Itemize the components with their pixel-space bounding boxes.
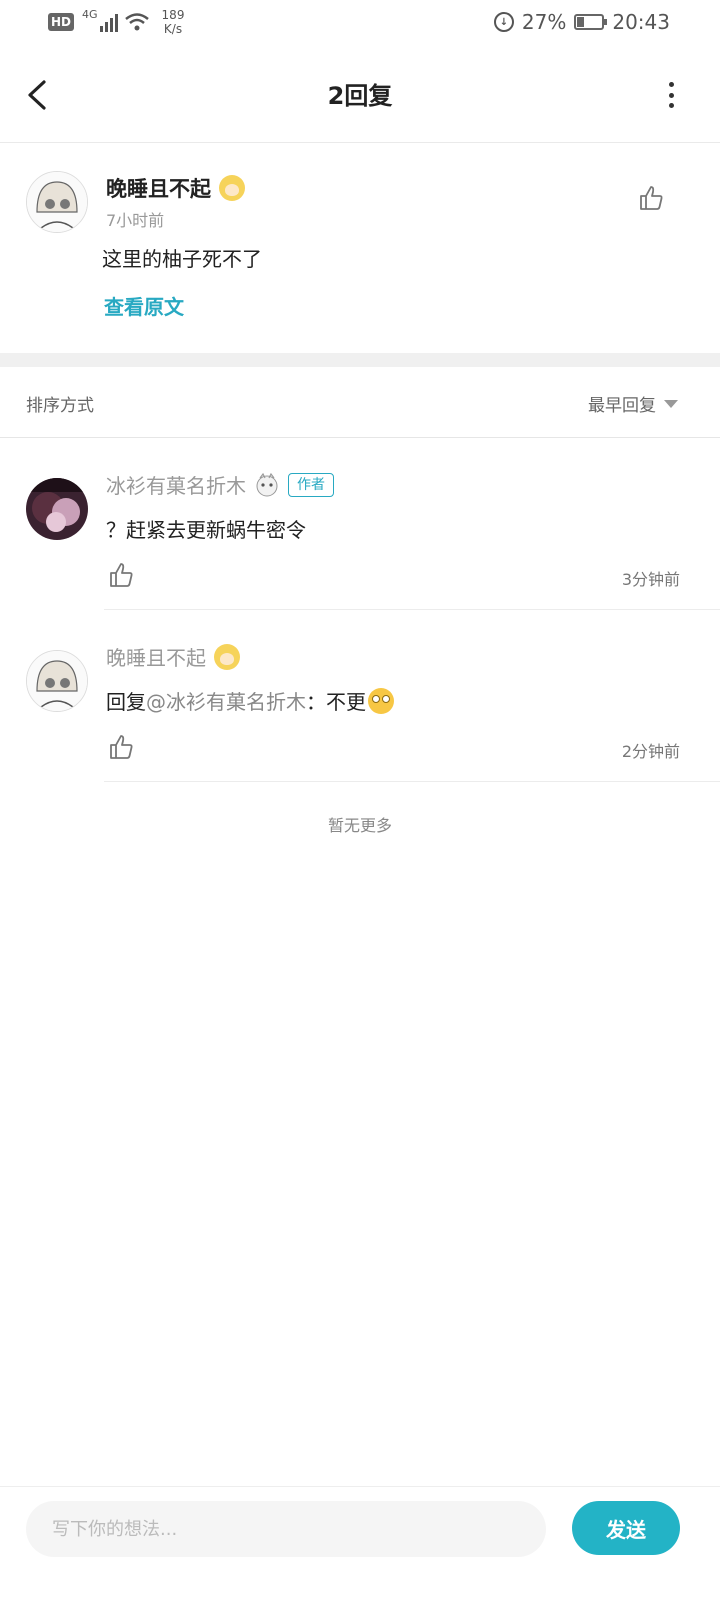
username[interactable]: 冰衫有菓名折木 [106,470,246,499]
reply-text: 回复 @冰衫有菓名折木 ：不更 [106,686,394,715]
thumbs-up-icon[interactable] [638,185,664,211]
more-vertical-icon[interactable] [666,82,676,108]
divider [104,781,720,782]
sort-label: 排序方式 [26,396,94,416]
send-button[interactable]: 发送 [572,1501,680,1555]
reply-prefix: 回复 [106,690,146,714]
wifi-icon [124,13,149,31]
sort-bar: 排序方式 最早回复 [0,367,720,438]
thumbs-up-icon[interactable] [108,562,134,588]
signal-icon [99,12,118,32]
status-bar: HD 4G 189 K/s ↓ 27% 20:43 [0,0,720,48]
battery-percent: 27% [521,10,567,34]
reply-item: 晚睡且不起 回复 @冰衫有菓名折木 ：不更 2分钟前 [0,610,720,782]
eye-roll-emoji-icon [368,687,394,714]
avatar[interactable] [26,171,88,233]
caret-down-icon[interactable] [664,399,678,408]
reply-content: ：不更 [306,690,366,714]
page-title: 2回复 [327,82,393,110]
battery-icon [574,14,608,30]
comment-input[interactable] [26,1501,546,1557]
avatar[interactable] [26,478,88,540]
animal-badge-icon [256,472,278,496]
data-saver-icon: ↓ [493,12,514,32]
clock: 20:43 [612,10,670,34]
view-original-link[interactable]: 查看原文 [104,291,184,320]
avatar-image [26,478,88,540]
comment-composer: 发送 [0,1486,720,1601]
reply-time: 2分钟前 [621,742,680,761]
no-more-label: 暂无更多 [327,816,392,835]
sort-dropdown[interactable]: 最早回复 [588,391,678,416]
reply-author[interactable]: 冰衫有菓名折木 作者 [106,470,334,499]
reply-time: 3分钟前 [621,570,680,589]
reply-text: ？赶紧去更新蜗牛密令 [106,518,306,542]
thumbs-up-icon[interactable] [108,734,134,760]
username[interactable]: 晚睡且不起 [106,173,211,203]
speed-unit: K/s [163,22,183,36]
avatar-badge-icon [219,175,245,201]
sort-value[interactable]: 最早回复 [588,391,656,416]
reply-item: 冰衫有菓名折木 作者 ？赶紧去更新蜗牛密令 3分钟前 [0,438,720,610]
comment-text: 这里的柚子死不了 [102,247,262,271]
author-tag: 作者 [288,472,334,497]
original-comment: 晚睡且不起 7小时前 这里的柚子死不了 查看原文 [0,143,720,353]
avatar-badge-icon [214,643,240,670]
avatar-image [27,172,87,232]
section-divider [0,353,720,367]
username[interactable]: 晚睡且不起 [106,642,206,671]
avatar-image [27,651,87,711]
hd-indicator: HD [48,13,75,31]
comment-author[interactable]: 晚睡且不起 [106,173,245,203]
network-type: 4G [82,7,98,21]
avatar[interactable] [26,650,88,712]
mention-link[interactable]: @冰衫有菓名折木 [146,686,306,715]
comment-time: 7小时前 [106,211,165,230]
nav-bar: 2回复 [0,48,720,143]
network-speed: 189 K/s [162,8,185,36]
reply-author[interactable]: 晚睡且不起 [106,642,240,671]
speed-value: 189 [161,8,185,22]
